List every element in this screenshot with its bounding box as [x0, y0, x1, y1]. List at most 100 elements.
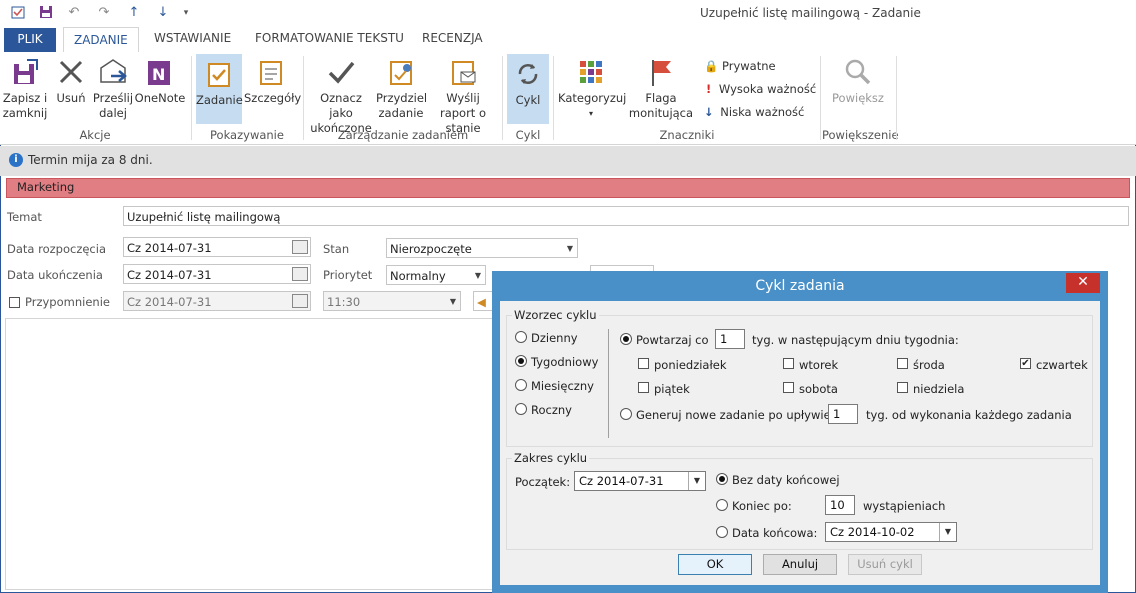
tab-insert[interactable]: WSTAWIANIE: [144, 26, 241, 52]
low-importance-button[interactable]: ↓ Niska ważność: [704, 103, 804, 121]
tuesday-checkbox[interactable]: [783, 358, 794, 369]
magnifier-icon: [845, 59, 871, 85]
categorize-button[interactable]: Kategoryzuj ▾: [558, 56, 626, 121]
sunday-checkbox[interactable]: [897, 382, 908, 393]
no-end-date-radio[interactable]: [716, 473, 728, 485]
category-bar: Marketing: [6, 178, 1130, 198]
zoom-button[interactable]: Powiększ: [826, 56, 890, 106]
task-view-button[interactable]: Zadanie: [196, 54, 243, 124]
private-button[interactable]: 🔒 Prywatne: [704, 57, 776, 75]
calendar-icon[interactable]: [292, 240, 308, 254]
redo-icon[interactable]: ↷: [96, 5, 112, 21]
regenerate-radio[interactable]: [620, 408, 632, 420]
end-after-radio[interactable]: [716, 499, 728, 511]
priority-select[interactable]: Normalny ▼: [386, 265, 486, 285]
forward-button[interactable]: Prześlij dalej: [92, 56, 134, 121]
assign-task-button[interactable]: Przydziel zadanie: [376, 56, 427, 121]
monday-checkbox[interactable]: [638, 358, 649, 369]
tab-task[interactable]: ZADANIE: [63, 27, 139, 54]
end-after-input[interactable]: 10: [825, 495, 855, 515]
details-button[interactable]: Szczegóły: [244, 56, 301, 106]
repeat-every-label: Powtarzaj co: [636, 333, 709, 347]
monthly-radio[interactable]: [515, 379, 527, 391]
calendar-icon[interactable]: [292, 294, 308, 308]
forward-icon: [100, 59, 127, 83]
save-close-button[interactable]: Zapisz i zamknij: [2, 56, 48, 121]
repeat-every-input[interactable]: 1: [715, 329, 745, 349]
end-after-label: Koniec po:: [732, 499, 792, 513]
undo-icon[interactable]: ↶: [66, 5, 82, 21]
wednesday-checkbox[interactable]: [897, 358, 908, 369]
chevron-down-icon: ▼: [449, 297, 456, 306]
repeat-every-suffix: tyg. w następującym dniu tygodnia:: [752, 333, 959, 347]
window-title: Uzupełnić listę mailingową - Zadanie: [700, 6, 921, 20]
save-icon[interactable]: [38, 5, 54, 21]
tab-review[interactable]: RECENZJA: [412, 26, 493, 52]
group-label-manage: Zarządzanie zadaniem: [337, 128, 469, 142]
delete-icon: [59, 60, 83, 84]
ribbon-tabs: PLIK ZADANIE WSTAWIANIE FORMATOWANIE TEK…: [0, 26, 1136, 54]
calendar-icon[interactable]: [292, 267, 308, 281]
friday-checkbox[interactable]: [638, 382, 649, 393]
weekly-radio[interactable]: [515, 355, 527, 367]
occurrences-label: wystąpieniach: [863, 499, 946, 513]
send-status-report-button[interactable]: Wyślij raport o stanie: [428, 56, 498, 136]
range-start-combo[interactable]: Cz 2014-07-31 ▼: [574, 471, 706, 491]
ribbon-separator: [896, 56, 897, 140]
group-label-zoom: Powiększenie: [822, 128, 899, 142]
saturday-checkbox[interactable]: [783, 382, 794, 393]
previous-item-icon[interactable]: ↑: [126, 5, 142, 21]
thursday-checkbox[interactable]: ✔: [1020, 358, 1031, 369]
ribbon-separator: [553, 56, 554, 140]
saturday-label: sobota: [799, 382, 838, 396]
yearly-radio[interactable]: [515, 403, 527, 415]
weekly-label: Tygodniowy: [531, 355, 599, 369]
mark-complete-button[interactable]: Oznacz jako ukończone: [308, 56, 374, 136]
cancel-button[interactable]: Anuluj: [763, 554, 837, 575]
end-by-combo[interactable]: Cz 2014-10-02 ▼: [825, 522, 957, 542]
start-date-input[interactable]: Cz 2014-07-31: [123, 237, 311, 257]
ribbon-separator: [303, 56, 304, 140]
remove-recurrence-button[interactable]: Usuń cykl: [848, 554, 922, 575]
ok-button[interactable]: OK: [678, 554, 752, 575]
end-by-radio[interactable]: [716, 526, 728, 538]
status-select[interactable]: Nierozpoczęte ▼: [386, 238, 578, 258]
chevron-down-icon[interactable]: ▼: [939, 523, 956, 541]
close-button[interactable]: ✕: [1066, 273, 1100, 293]
group-label-recurrence: Cykl: [515, 128, 541, 142]
subject-input[interactable]: Uzupełnić listę mailingową: [123, 206, 1129, 226]
tab-file[interactable]: PLIK: [4, 28, 56, 52]
save-close-icon: [14, 59, 38, 84]
dialog-title: Cykl zadania: [755, 278, 845, 294]
monday-label: poniedziałek: [654, 358, 727, 372]
delete-button[interactable]: Usuń: [52, 56, 90, 106]
follow-up-button[interactable]: Flaga monitująca: [626, 56, 696, 121]
pattern-divider: [608, 329, 609, 438]
repeat-every-radio[interactable]: [620, 333, 632, 345]
flag-icon: [652, 60, 671, 86]
onenote-button[interactable]: N OneNote: [134, 56, 186, 106]
task-app-icon: [10, 5, 26, 21]
chevron-down-icon: ▼: [474, 271, 481, 280]
high-importance-button[interactable]: ! Wysoka ważność: [704, 80, 816, 98]
reminder-time-select[interactable]: 11:30 ▼: [323, 291, 461, 311]
chevron-down-icon[interactable]: ▼: [688, 472, 705, 490]
due-date-input[interactable]: Cz 2014-07-31: [123, 264, 311, 284]
start-date-label: Data rozpoczęcia: [7, 242, 106, 256]
recurrence-button[interactable]: Cykl: [507, 54, 549, 124]
recurrence-dialog: Cykl zadania ✕ Wzorzec cyklu Dzienny Tyg…: [492, 271, 1108, 593]
notes-area[interactable]: [5, 318, 493, 590]
reminder-date-input[interactable]: Cz 2014-07-31: [123, 291, 311, 311]
range-start-label: Początek:: [515, 475, 571, 489]
regenerate-input[interactable]: 1: [828, 404, 858, 424]
due-date-label: Data ukończenia: [7, 268, 103, 282]
category-label: Marketing: [17, 180, 75, 194]
daily-radio[interactable]: [515, 331, 527, 343]
tab-format-text[interactable]: FORMATOWANIE TEKSTU: [245, 26, 414, 52]
next-item-icon[interactable]: ↓: [155, 5, 171, 21]
info-icon: i: [9, 153, 23, 167]
task-icon: [208, 63, 230, 87]
reminder-checkbox[interactable]: [9, 297, 20, 308]
customize-qat-icon[interactable]: ▾: [178, 5, 194, 21]
ribbon-separator: [820, 56, 821, 140]
